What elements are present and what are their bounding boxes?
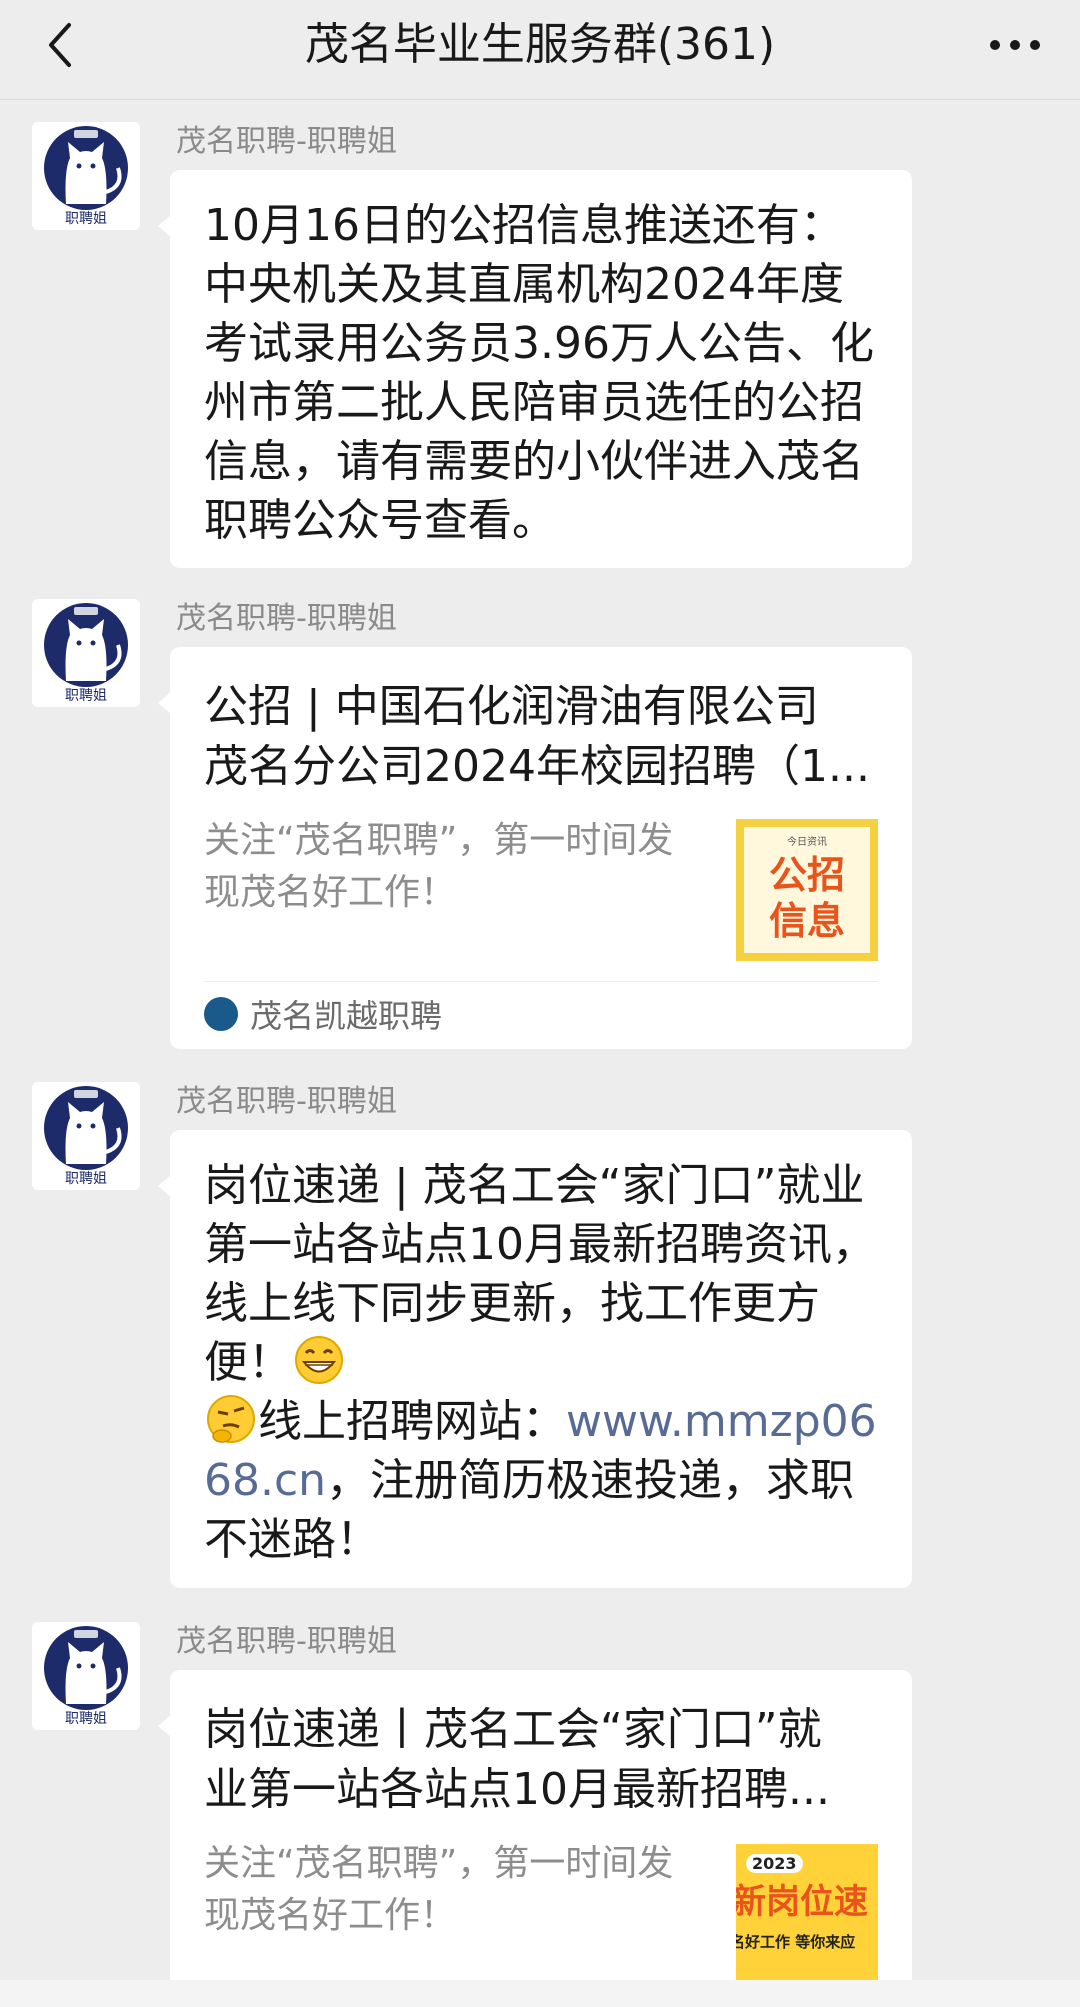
message-bubble[interactable]: 10月16日的公招信息推送还有：中央机关及其直属机构2024年度考试录用公务员3…: [158, 170, 912, 568]
card-title-line: 业第一站各站点10月最新招聘...: [204, 1764, 830, 1815]
avatar-label: 职聘姐: [65, 1171, 107, 1187]
avatar[interactable]: 职聘姐: [32, 1622, 140, 1730]
sender-name: 茂名职聘-职聘姐: [176, 1624, 397, 1659]
thumb-text: 新岗位速: [736, 1882, 868, 1922]
more-dots-icon: [990, 40, 1040, 50]
sender-name: 茂名职聘-职聘姐: [176, 601, 397, 636]
card-thumbnail: 今日资讯 公招 信息: [736, 819, 878, 961]
card-desc-line: 关注“茂名职聘”，第一时间发: [204, 1843, 674, 1884]
thumb-year: 2023: [746, 1854, 803, 1873]
message-bubble[interactable]: 岗位速递 | 茂名工会“家门口”就业第一站各站点10月最新招聘资讯，线上线下同步…: [158, 1130, 912, 1588]
source-logo-icon: [204, 996, 238, 1031]
chat-header: 茂名毕业生服务群(361): [0, 0, 1080, 100]
grin-emoji-icon: [294, 1335, 344, 1385]
avatar[interactable]: 职聘姐: [32, 1082, 140, 1190]
more-button[interactable]: [980, 10, 1050, 80]
bottom-edge: [0, 1980, 1080, 2007]
card-thumbnail: 2023 新岗位速 名好工作 等你来应: [736, 1844, 878, 1980]
thumb-text: 名好工作 等你来应: [736, 1933, 856, 1951]
message-text: 10月16日的公招信息推送还有：中央机关及其直属机构2024年度考试录用公务员3…: [204, 200, 874, 546]
card-title: 公招 | 中国石化润滑油有限公司 茂名分公司2024年校园招聘（1...: [204, 677, 884, 797]
card-description: 关注“茂名职聘”，第一时间发 现茂名好工作！: [204, 1838, 694, 1942]
card-desc-line: 现茂名好工作！: [204, 1895, 457, 1936]
thumb-text: 信息: [768, 899, 845, 943]
card-title-line: 茂名分公司2024年校园招聘（1...: [204, 741, 870, 792]
avatar[interactable]: 职聘姐: [32, 122, 140, 230]
article-card[interactable]: 岗位速递丨茂名工会“家门口”就 业第一站各站点10月最新招聘... 关注“茂名职…: [158, 1670, 912, 2007]
card-title-line: 公招 | 中国石化润滑油有限公司: [204, 681, 819, 732]
avatar[interactable]: 职聘姐: [32, 599, 140, 707]
card-description: 关注“茂名职聘”，第一时间发 现茂名好工作！: [204, 815, 694, 919]
thumb-caption: 今日资讯: [787, 837, 827, 848]
sender-name: 茂名职聘-职聘姐: [176, 1084, 397, 1119]
card-desc-line: 现茂名好工作！: [204, 872, 457, 913]
card-title-line: 岗位速递丨茂名工会“家门口”就: [204, 1704, 822, 1755]
card-title: 岗位速递丨茂名工会“家门口”就 业第一站各站点10月最新招聘...: [204, 1700, 884, 1820]
card-desc-line: 关注“茂名职聘”，第一时间发: [204, 820, 674, 861]
chat-title: 茂名毕业生服务群(361): [304, 19, 776, 70]
sender-name: 茂名职聘-职聘姐: [176, 124, 397, 159]
message-text: 线上招聘网站：: [258, 1396, 566, 1447]
source-name: 茂名凯越职聘: [250, 996, 443, 1035]
article-card[interactable]: 公招 | 中国石化润滑油有限公司 茂名分公司2024年校园招聘（1... 关注“…: [158, 647, 912, 1049]
avatar-label: 职聘姐: [65, 1711, 107, 1727]
thinking-emoji-icon: [206, 1394, 256, 1444]
avatar-label: 职聘姐: [65, 688, 107, 704]
thumb-text: 公招: [768, 853, 845, 897]
card-source: 茂名凯越职聘: [204, 981, 878, 1045]
avatar-label: 职聘姐: [65, 211, 107, 227]
